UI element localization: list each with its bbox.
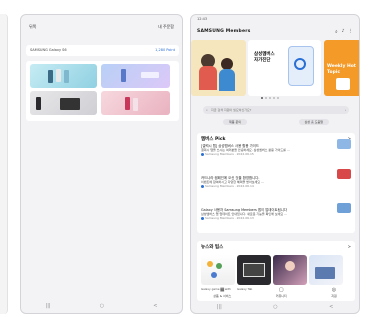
nav-item-community[interactable]: ▢ 커뮤니티 [276, 287, 287, 301]
list-item[interactable]: [갤럭시 탭] 삼성멤버스 사용 활용 가이드 갤럭시 탭을 쓰시는 여러분들 … [201, 144, 339, 156]
product-image-grid [26, 61, 179, 121]
search-placeholder: 지금 검색 지원이 필요하신가요? [211, 108, 252, 112]
nav-item-products[interactable]: ▦ 상품 & 서비스 [213, 287, 231, 301]
section-title: 뉴스와 팁스 [201, 245, 224, 250]
post-thumbnail [337, 169, 351, 179]
banner-carousel[interactable]: 삼성멤버스 자가진단 Weekly Hot Topic [191, 40, 359, 96]
chip-product-inquiry[interactable]: 제품 문의 [223, 119, 247, 125]
members-pick-section: 멤버스 Pick > [갤럭시 탭] 삼성멤버스 사용 활용 가이드 갤럭시 탭… [197, 133, 355, 233]
post-meta: Samsung Members · 2022.06.15 [205, 152, 254, 156]
news-card[interactable] [201, 255, 235, 285]
back-label[interactable]: 뒤쪽 [29, 24, 36, 29]
product-name: SAMSUNG Galaxy S6 [30, 48, 67, 52]
search-bar[interactable]: ⌕ 지금 검색 지원이 필요하신가요? › [203, 106, 349, 114]
list-item[interactable]: Galaxy 사용자 Samsung Members 앱이 업데이트됩니다 삼성… [201, 208, 339, 220]
my-orders-link[interactable]: 내 주문함 [158, 24, 174, 30]
product-image[interactable] [30, 91, 97, 115]
app-header: SAMSUNG Members ⌕ ♪ ⋮ [197, 29, 353, 37]
chevron-right-icon: › [344, 108, 346, 112]
previous-screen-edge [0, 14, 8, 314]
list-item[interactable]: 카드나라 캠페인에 오신 것을 환영합니다. 이벤트에 참여하시고 다양한 혜택… [201, 176, 339, 188]
banner-title: 삼성멤버스 자가진단 [254, 52, 275, 63]
banner-self-diagnosis[interactable]: 삼성멤버스 자가진단 [248, 40, 321, 96]
section-more-link[interactable]: > [348, 244, 351, 249]
nav-label: 커뮤니티 [275, 294, 287, 298]
post-meta: Samsung Members · 2022.06.14 [205, 184, 254, 188]
nav-label: 상품 & 서비스 [213, 294, 232, 298]
system-nav-bar: ||| ○ < [21, 301, 182, 311]
post-meta: Samsung Members · 2022.06.13 [205, 216, 254, 220]
header-icons: ⌕ ♪ ⋮ [335, 29, 353, 35]
product-image[interactable] [101, 64, 170, 88]
tablet-screen-shop: 뒤쪽 내 주문함 SAMSUNG Galaxy S6 1,280 Point |… [20, 14, 183, 314]
carousel-indicator [261, 97, 279, 99]
nav-label: 지원 [331, 294, 337, 298]
status-time: 12:43 [197, 17, 208, 21]
news-card[interactable] [273, 255, 307, 285]
product-price: 1,280 Point [155, 48, 175, 52]
news-card[interactable] [237, 255, 271, 285]
product-image[interactable] [30, 64, 97, 88]
shop-header: 뒤쪽 내 주문함 [29, 24, 174, 32]
support-icon: ◎ [331, 287, 337, 293]
bottom-navigation: ▦ 상품 & 서비스 ▢ 커뮤니티 ◎ 지원 [191, 287, 359, 301]
quick-chips: 제품 문의 삼성 홈 도움말 [203, 119, 349, 126]
grid-icon: ▦ [219, 287, 225, 293]
app-logo: SAMSUNG Members [197, 29, 251, 34]
recent-apps-button[interactable]: ||| [46, 303, 51, 309]
system-nav-bar: ||| ○ < [191, 302, 359, 311]
post-thumbnail [337, 139, 351, 149]
banner-illustration[interactable] [191, 40, 246, 96]
product-card[interactable]: SAMSUNG Galaxy S6 1,280 Point [26, 45, 179, 56]
product-image[interactable] [101, 91, 170, 115]
search-icon: ⌕ [206, 108, 208, 112]
more-icon[interactable]: ⋮ [349, 29, 354, 35]
search-icon[interactable]: ⌕ [335, 29, 338, 35]
home-button[interactable]: ○ [273, 304, 277, 310]
back-button[interactable]: < [153, 303, 157, 309]
recent-apps-button[interactable]: ||| [217, 304, 222, 310]
tablet-screen-members: 12:43 SAMSUNG Members ⌕ ♪ ⋮ 삼성멤버스 자가진단 W… [190, 14, 360, 314]
news-card[interactable] [309, 255, 343, 285]
post-thumbnail [337, 203, 351, 213]
chat-icon: ▢ [278, 287, 284, 293]
banner-hot-topic-title: Weekly Hot Topic [327, 64, 356, 75]
banner-hot-topic[interactable]: Weekly Hot Topic [324, 40, 359, 96]
bell-icon[interactable]: ♪ [342, 29, 345, 35]
nav-item-support[interactable]: ◎ 지원 [331, 287, 337, 301]
chip-samsung-home-help[interactable]: 삼성 홈 도움말 [298, 119, 329, 125]
section-title: 멤버스 Pick [201, 137, 226, 142]
home-button[interactable]: ○ [100, 303, 104, 309]
back-button[interactable]: < [329, 304, 333, 310]
